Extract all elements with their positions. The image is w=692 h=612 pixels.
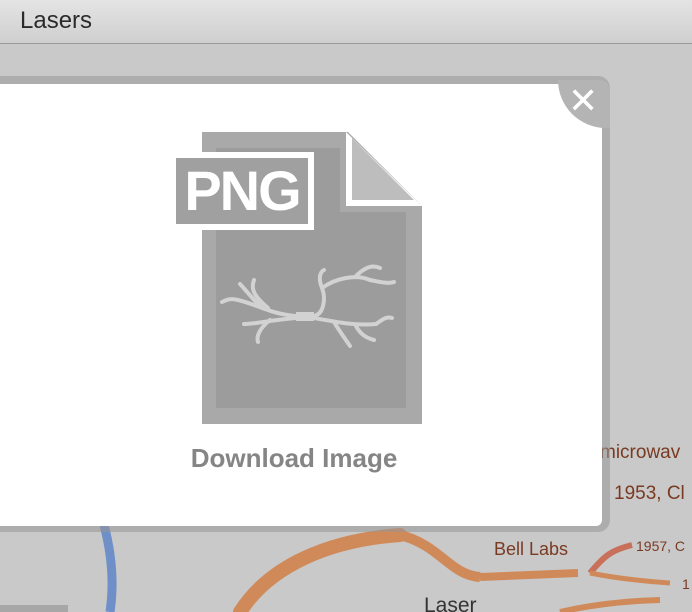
branch-to-laser bbox=[398, 530, 481, 582]
download-label: Download Image bbox=[190, 443, 398, 473]
bottom-tab bbox=[0, 605, 68, 612]
map-label-laser[interactable]: Laser bbox=[424, 594, 477, 612]
branch-bell-labs bbox=[479, 569, 579, 581]
title-bar: Lasers bbox=[0, 0, 692, 44]
branch-main bbox=[233, 528, 407, 612]
branch-blue bbox=[99, 523, 117, 612]
png-badge: PNG bbox=[170, 152, 314, 230]
map-label-1957[interactable]: 1957, C bbox=[636, 538, 685, 554]
close-icon: ✕ bbox=[568, 81, 599, 122]
branch-1957-lower bbox=[589, 570, 671, 586]
download-image-button[interactable]: PNG Download Image bbox=[160, 128, 430, 478]
branch-1957 bbox=[587, 542, 633, 575]
window-title: Lasers bbox=[20, 7, 93, 34]
map-label-microwave[interactable]: microwav bbox=[600, 442, 680, 464]
map-label-bell-labs[interactable]: Bell Labs bbox=[494, 539, 568, 560]
map-label-1953[interactable]: 1953, Cl bbox=[614, 483, 685, 505]
map-label-1[interactable]: 1 bbox=[682, 576, 690, 592]
branch-lower bbox=[559, 597, 661, 612]
